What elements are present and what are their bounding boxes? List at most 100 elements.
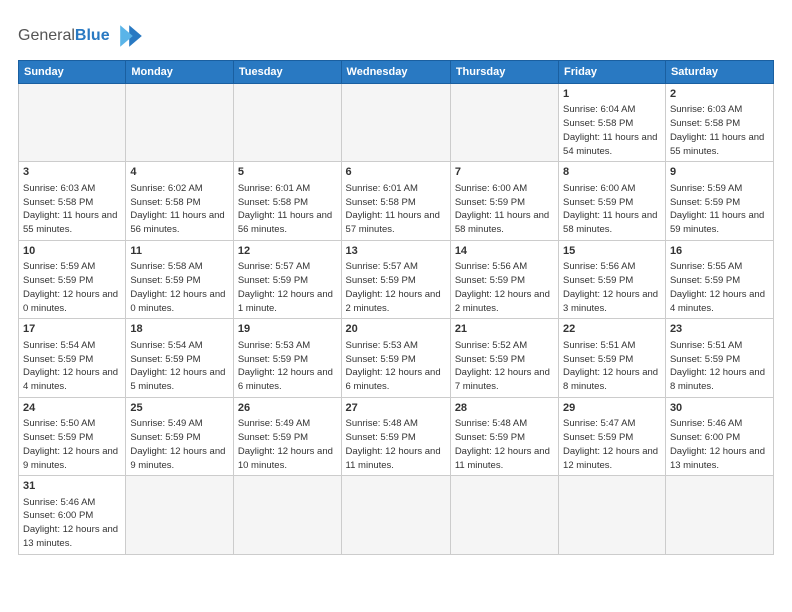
weekday-header-sunday: Sunday xyxy=(19,61,126,84)
weekday-header-wednesday: Wednesday xyxy=(341,61,450,84)
day-number: 7 xyxy=(455,165,554,180)
page: GeneralBlue SundayMondayTuesdayWednesday… xyxy=(0,0,792,612)
day-number: 17 xyxy=(23,322,121,337)
day-info: Sunrise: 5:47 AM Sunset: 5:59 PM Dayligh… xyxy=(563,417,661,472)
logo-text: GeneralBlue xyxy=(18,27,110,45)
calendar-cell: 23 Sunrise: 5:51 AM Sunset: 5:59 PM Dayli… xyxy=(665,319,773,397)
day-number: 10 xyxy=(23,244,121,259)
logo: GeneralBlue xyxy=(18,18,149,54)
day-info: Sunrise: 5:53 AM Sunset: 5:59 PM Dayligh… xyxy=(238,339,337,394)
day-number: 24 xyxy=(23,401,121,416)
day-info: Sunrise: 5:59 AM Sunset: 5:59 PM Dayligh… xyxy=(23,260,121,315)
day-info: Sunrise: 6:02 AM Sunset: 5:58 PM Dayligh… xyxy=(130,182,229,237)
calendar-cell: 29Sunrise: 5:47 AM Sunset: 5:59 PM Dayli… xyxy=(559,397,666,475)
calendar-cell xyxy=(126,84,234,162)
day-number: 8 xyxy=(563,165,661,180)
calendar-cell: 28Sunrise: 5:48 AM Sunset: 5:59 PM Dayli… xyxy=(450,397,558,475)
day-info: Sunrise: 5:54 AM Sunset: 5:59 PM Dayligh… xyxy=(130,339,229,394)
day-number: 5 xyxy=(238,165,337,180)
day-number: 29 xyxy=(563,401,661,416)
day-number: 23 xyxy=(670,322,769,337)
day-info: Sunrise: 5:51 AM Sunset: 5:59 PM Dayligh… xyxy=(670,339,769,394)
calendar-cell: 9Sunrise: 5:59 AM Sunset: 5:59 PM Daylig… xyxy=(665,162,773,240)
day-number: 28 xyxy=(455,401,554,416)
day-number: 12 xyxy=(238,244,337,259)
day-info: Sunrise: 5:48 AM Sunset: 5:59 PM Dayligh… xyxy=(455,417,554,472)
day-number: 6 xyxy=(346,165,446,180)
calendar-week-row: 1Sunrise: 6:04 AM Sunset: 5:58 PM Daylig… xyxy=(19,84,774,162)
calendar-cell: 16Sunrise: 5:55 AM Sunset: 5:59 PM Dayli… xyxy=(665,240,773,318)
day-number: 16 xyxy=(670,244,769,259)
day-info: Sunrise: 6:01 AM Sunset: 5:58 PM Dayligh… xyxy=(346,182,446,237)
day-number: 26 xyxy=(238,401,337,416)
day-number: 31 xyxy=(23,479,121,494)
calendar-cell: 31Sunrise: 5:46 AM Sunset: 6:00 PM Dayli… xyxy=(19,476,126,554)
calendar-cell: 1Sunrise: 6:04 AM Sunset: 5:58 PM Daylig… xyxy=(559,84,666,162)
day-info: Sunrise: 5:48 AM Sunset: 5:59 PM Dayligh… xyxy=(346,417,446,472)
calendar-cell xyxy=(233,84,341,162)
calendar-week-row: 31Sunrise: 5:46 AM Sunset: 6:00 PM Dayli… xyxy=(19,476,774,554)
calendar-cell: 2Sunrise: 6:03 AM Sunset: 5:58 PM Daylig… xyxy=(665,84,773,162)
day-info: Sunrise: 6:04 AM Sunset: 5:58 PM Dayligh… xyxy=(563,103,661,158)
day-info: Sunrise: 5:46 AM Sunset: 6:00 PM Dayligh… xyxy=(670,417,769,472)
calendar-cell xyxy=(450,476,558,554)
day-info: Sunrise: 5:49 AM Sunset: 5:59 PM Dayligh… xyxy=(238,417,337,472)
calendar-cell: 6 Sunrise: 6:01 AM Sunset: 5:58 PM Daylig… xyxy=(341,162,450,240)
calendar-cell: 12Sunrise: 5:57 AM Sunset: 5:59 PM Dayli… xyxy=(233,240,341,318)
day-info: Sunrise: 5:56 AM Sunset: 5:59 PM Dayligh… xyxy=(563,260,661,315)
calendar-cell: 21Sunrise: 5:52 AM Sunset: 5:59 PM Dayli… xyxy=(450,319,558,397)
calendar-cell xyxy=(341,476,450,554)
day-info: Sunrise: 6:00 AM Sunset: 5:59 PM Dayligh… xyxy=(455,182,554,237)
weekday-header-saturday: Saturday xyxy=(665,61,773,84)
calendar-cell: 5 Sunrise: 6:01 AM Sunset: 5:58 PM Daylig… xyxy=(233,162,341,240)
calendar-cell: 30Sunrise: 5:46 AM Sunset: 6:00 PM Dayli… xyxy=(665,397,773,475)
calendar-cell: 27Sunrise: 5:48 AM Sunset: 5:59 PM Dayli… xyxy=(341,397,450,475)
day-number: 1 xyxy=(563,87,661,102)
day-info: Sunrise: 5:55 AM Sunset: 5:59 PM Dayligh… xyxy=(670,260,769,315)
calendar-week-row: 24Sunrise: 5:50 AM Sunset: 5:59 PM Dayli… xyxy=(19,397,774,475)
day-info: Sunrise: 6:03 AM Sunset: 5:58 PM Dayligh… xyxy=(23,182,121,237)
calendar-header-row: SundayMondayTuesdayWednesdayThursdayFrid… xyxy=(19,61,774,84)
day-info: Sunrise: 5:54 AM Sunset: 5:59 PM Dayligh… xyxy=(23,339,121,394)
weekday-header-monday: Monday xyxy=(126,61,234,84)
weekday-header-thursday: Thursday xyxy=(450,61,558,84)
calendar-week-row: 10Sunrise: 5:59 AM Sunset: 5:59 PM Dayli… xyxy=(19,240,774,318)
day-info: Sunrise: 5:49 AM Sunset: 5:59 PM Dayligh… xyxy=(130,417,229,472)
calendar-cell: 14Sunrise: 5:56 AM Sunset: 5:59 PM Dayli… xyxy=(450,240,558,318)
day-number: 25 xyxy=(130,401,229,416)
calendar-cell: 3Sunrise: 6:03 AM Sunset: 5:58 PM Daylig… xyxy=(19,162,126,240)
day-number: 15 xyxy=(563,244,661,259)
calendar-cell xyxy=(19,84,126,162)
calendar-cell xyxy=(126,476,234,554)
day-number: 21 xyxy=(455,322,554,337)
logo-icon xyxy=(113,18,149,54)
day-number: 27 xyxy=(346,401,446,416)
calendar-cell: 10Sunrise: 5:59 AM Sunset: 5:59 PM Dayli… xyxy=(19,240,126,318)
calendar-cell xyxy=(450,84,558,162)
weekday-header-friday: Friday xyxy=(559,61,666,84)
day-number: 30 xyxy=(670,401,769,416)
calendar-cell xyxy=(341,84,450,162)
calendar-cell: 24Sunrise: 5:50 AM Sunset: 5:59 PM Dayli… xyxy=(19,397,126,475)
day-info: Sunrise: 5:58 AM Sunset: 5:59 PM Dayligh… xyxy=(130,260,229,315)
day-number: 11 xyxy=(130,244,229,259)
header: GeneralBlue xyxy=(18,18,774,54)
calendar-cell: 8 Sunrise: 6:00 AM Sunset: 5:59 PM Daylig… xyxy=(559,162,666,240)
calendar-cell: 7 Sunrise: 6:00 AM Sunset: 5:59 PM Daylig… xyxy=(450,162,558,240)
day-info: Sunrise: 6:00 AM Sunset: 5:59 PM Dayligh… xyxy=(563,182,661,237)
day-number: 13 xyxy=(346,244,446,259)
day-number: 4 xyxy=(130,165,229,180)
calendar-week-row: 3Sunrise: 6:03 AM Sunset: 5:58 PM Daylig… xyxy=(19,162,774,240)
day-info: Sunrise: 6:01 AM Sunset: 5:58 PM Dayligh… xyxy=(238,182,337,237)
day-info: Sunrise: 5:53 AM Sunset: 5:59 PM Dayligh… xyxy=(346,339,446,394)
calendar-cell xyxy=(559,476,666,554)
day-number: 18 xyxy=(130,322,229,337)
day-info: Sunrise: 5:56 AM Sunset: 5:59 PM Dayligh… xyxy=(455,260,554,315)
calendar-cell: 19Sunrise: 5:53 AM Sunset: 5:59 PM Dayli… xyxy=(233,319,341,397)
calendar-cell: 18 Sunrise: 5:54 AM Sunset: 5:59 PM Dayli… xyxy=(126,319,234,397)
day-info: Sunrise: 5:51 AM Sunset: 5:59 PM Dayligh… xyxy=(563,339,661,394)
day-info: Sunrise: 5:50 AM Sunset: 5:59 PM Dayligh… xyxy=(23,417,121,472)
calendar-cell: 4 Sunrise: 6:02 AM Sunset: 5:58 PM Daylig… xyxy=(126,162,234,240)
calendar-cell: 22Sunrise: 5:51 AM Sunset: 5:59 PM Dayli… xyxy=(559,319,666,397)
calendar-cell: 20Sunrise: 5:53 AM Sunset: 5:59 PM Dayli… xyxy=(341,319,450,397)
